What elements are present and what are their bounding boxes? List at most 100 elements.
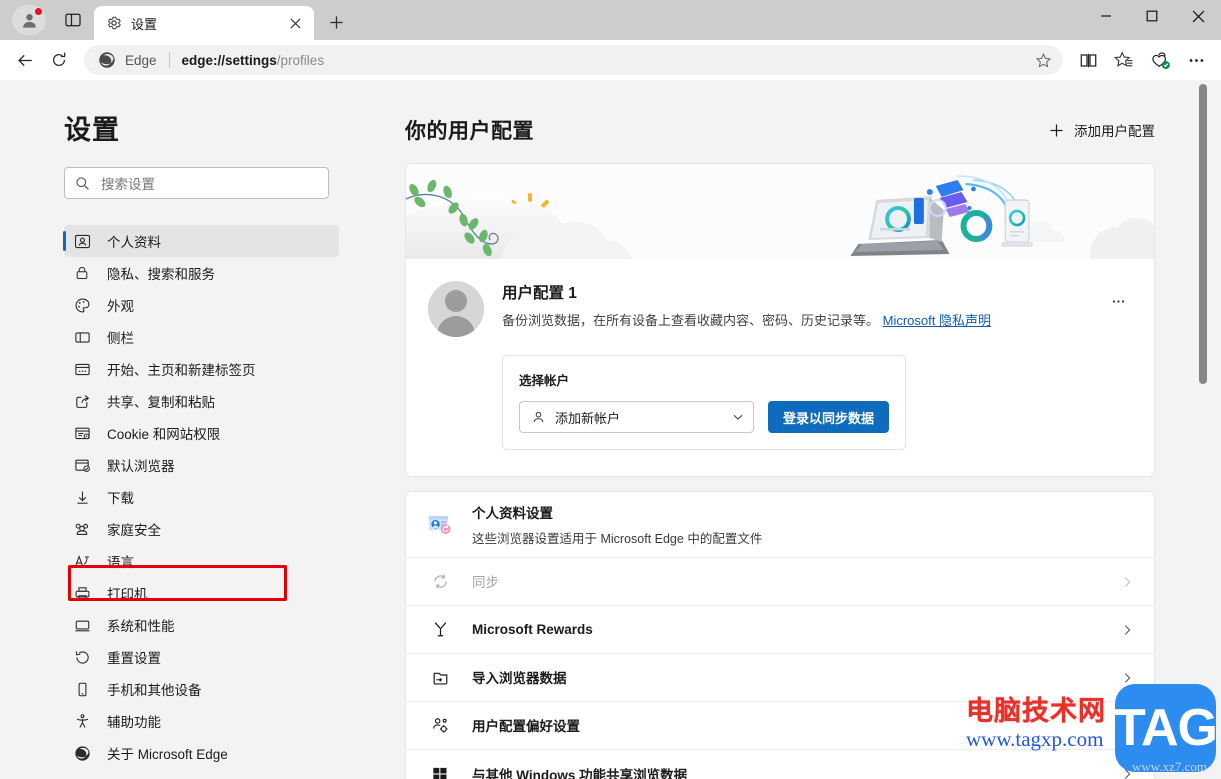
sidebar-item-default-browser[interactable]: 默认浏览器 xyxy=(64,449,339,481)
cookie-icon xyxy=(72,423,92,443)
sidebar-item-label: 开始、主页和新建标签页 xyxy=(107,363,256,378)
row-title: 同步 xyxy=(472,575,499,590)
sidebar-icon xyxy=(72,327,92,347)
default-avatar-icon xyxy=(428,281,484,337)
sidebar-item-profiles[interactable]: 个人资料 xyxy=(63,225,339,257)
edge-logo-icon xyxy=(98,51,116,69)
content-header: 你的用户配置 添加用户配置 xyxy=(405,115,1155,145)
sidebar-item-label: Cookie 和网站权限 xyxy=(107,427,221,442)
tab-strip: 设置 xyxy=(94,0,351,40)
account-select-row: 添加新帐户 登录以同步数据 xyxy=(519,401,889,433)
maximize-button[interactable] xyxy=(1129,0,1175,32)
row-title: 个人资料设置 xyxy=(472,506,553,521)
scrollbar-thumb[interactable] xyxy=(1199,84,1207,384)
sidebar-item-label: 关于 Microsoft Edge xyxy=(107,747,228,762)
row-text: 与其他 Windows 功能共享浏览数据 xyxy=(472,764,1100,779)
profile-preferences-icon xyxy=(428,714,452,738)
row-text: 个人资料设置 这些浏览器设置适用于 Microsoft Edge 中的配置文件 xyxy=(472,502,1134,547)
tab-actions-icon[interactable] xyxy=(58,5,88,35)
row-share-with-windows-features[interactable]: 与其他 Windows 功能共享浏览数据 xyxy=(406,750,1154,779)
plus-icon xyxy=(1049,123,1064,138)
add-profile-label: 添加用户配置 xyxy=(1074,124,1155,139)
row-title: 用户配置偏好设置 xyxy=(472,719,580,734)
sync-icon xyxy=(428,570,452,594)
sidebar-item-printers[interactable]: 打印机 xyxy=(64,577,339,609)
tab-settings[interactable]: 设置 xyxy=(94,6,314,40)
close-icon[interactable] xyxy=(284,12,306,34)
sidebar-item-start-home-newtab[interactable]: 开始、主页和新建标签页 xyxy=(64,353,339,385)
row-text: 用户配置偏好设置 xyxy=(472,715,1100,736)
sidebar-item-downloads[interactable]: 下载 xyxy=(64,481,339,513)
close-window-button[interactable] xyxy=(1175,0,1221,32)
sidebar-item-system-performance[interactable]: 系统和性能 xyxy=(64,609,339,641)
address-bar[interactable]: Edge edge://settings/profiles xyxy=(84,45,1063,75)
chevron-right-icon xyxy=(1120,623,1134,637)
add-profile-button[interactable]: 添加用户配置 xyxy=(1049,120,1155,140)
home-page-icon xyxy=(72,359,92,379)
new-tab-button[interactable] xyxy=(321,7,351,37)
chevron-right-icon xyxy=(1120,767,1134,779)
row-text: 同步 xyxy=(472,571,1100,592)
profile-name: 用户配置 1 xyxy=(502,285,577,302)
sidebar-item-reset-settings[interactable]: 重置设置 xyxy=(64,641,339,673)
sidebar-item-share-copy-paste[interactable]: 共享、复制和粘贴 xyxy=(64,385,339,417)
sidebar-item-phone-other-devices[interactable]: 手机和其他设备 xyxy=(64,673,339,705)
sidebar-item-about-edge[interactable]: 关于 Microsoft Edge xyxy=(64,737,339,769)
row-profile-settings[interactable]: 个人资料设置 这些浏览器设置适用于 Microsoft Edge 中的配置文件 xyxy=(406,492,1154,558)
sidebar-item-label: 默认浏览器 xyxy=(107,459,175,474)
default-browser-icon xyxy=(72,455,92,475)
page-viewport: 设置 搜索设置 个人资料 隐私、搜索和服务 外观 侧栏 开始、主页和新建标签页 … xyxy=(0,80,1221,779)
privacy-statement-link[interactable]: Microsoft 隐私声明 xyxy=(883,313,991,328)
sidebar-item-family-safety[interactable]: 家庭安全 xyxy=(64,513,339,545)
sidebar-item-cookies-permissions[interactable]: Cookie 和网站权限 xyxy=(64,417,339,449)
toolbar-right-buttons xyxy=(1071,43,1213,77)
minimize-button[interactable] xyxy=(1083,0,1129,32)
row-title: 与其他 Windows 功能共享浏览数据 xyxy=(472,767,688,779)
phone-icon xyxy=(72,679,92,699)
family-icon xyxy=(72,519,92,539)
search-input[interactable]: 搜索设置 xyxy=(64,167,329,199)
sign-in-sync-button[interactable]: 登录以同步数据 xyxy=(767,401,889,433)
star-icon[interactable] xyxy=(1029,46,1057,74)
content-title: 你的用户配置 xyxy=(405,120,534,143)
ellipsis-icon[interactable] xyxy=(1179,43,1213,77)
import-icon xyxy=(428,666,452,690)
row-microsoft-rewards[interactable]: Microsoft Rewards xyxy=(406,606,1154,654)
browser-essentials-icon[interactable] xyxy=(1143,43,1177,77)
back-arrow-icon[interactable] xyxy=(8,43,42,77)
sidebar-item-label: 侧栏 xyxy=(107,331,134,346)
edge-logo-icon xyxy=(72,743,92,763)
favorites-list-icon[interactable] xyxy=(1107,43,1141,77)
account-selection-box: 选择帐户 添加新帐户 登录以同步数据 xyxy=(502,355,906,450)
sidebar-item-label: 重置设置 xyxy=(107,651,161,666)
chevron-right-icon xyxy=(1120,575,1134,589)
profile-settings-icon xyxy=(428,513,452,537)
settings-page: 设置 搜索设置 个人资料 隐私、搜索和服务 外观 侧栏 开始、主页和新建标签页 … xyxy=(10,80,1218,779)
sidebar-item-label: 辅助功能 xyxy=(107,715,161,730)
titlebar-left-controls xyxy=(0,0,88,40)
person-add-icon xyxy=(531,410,546,425)
profile-icon xyxy=(72,231,92,251)
account-avatar-icon[interactable] xyxy=(12,5,46,35)
sidebar-item-appearance[interactable]: 外观 xyxy=(64,289,339,321)
sidebar-item-sidebar[interactable]: 侧栏 xyxy=(64,321,339,353)
row-profile-preferences[interactable]: 用户配置偏好设置 xyxy=(406,702,1154,750)
chevron-down-icon xyxy=(731,410,745,424)
split-screen-icon[interactable] xyxy=(1071,43,1105,77)
refresh-icon[interactable] xyxy=(42,43,76,77)
row-import-browser-data[interactable]: 导入浏览器数据 xyxy=(406,654,1154,702)
page-scrollbar[interactable] xyxy=(1196,80,1211,779)
omnibox-url-rest: /profiles xyxy=(276,52,325,68)
sidebar-item-languages[interactable]: 语言 xyxy=(64,545,339,577)
sidebar-item-label: 打印机 xyxy=(107,587,148,602)
sidebar-item-label: 隐私、搜索和服务 xyxy=(107,267,215,282)
tab-title: 设置 xyxy=(131,16,158,32)
chevron-right-icon xyxy=(1120,719,1134,733)
sidebar-item-privacy[interactable]: 隐私、搜索和服务 xyxy=(64,257,339,289)
row-sync[interactable]: 同步 xyxy=(406,558,1154,606)
gear-icon xyxy=(106,15,122,31)
account-dropdown[interactable]: 添加新帐户 xyxy=(519,401,754,433)
row-subtitle: 这些浏览器设置适用于 Microsoft Edge 中的配置文件 xyxy=(472,532,763,546)
profile-more-options-icon[interactable] xyxy=(1104,287,1132,315)
sidebar-item-accessibility[interactable]: 辅助功能 xyxy=(64,705,339,737)
